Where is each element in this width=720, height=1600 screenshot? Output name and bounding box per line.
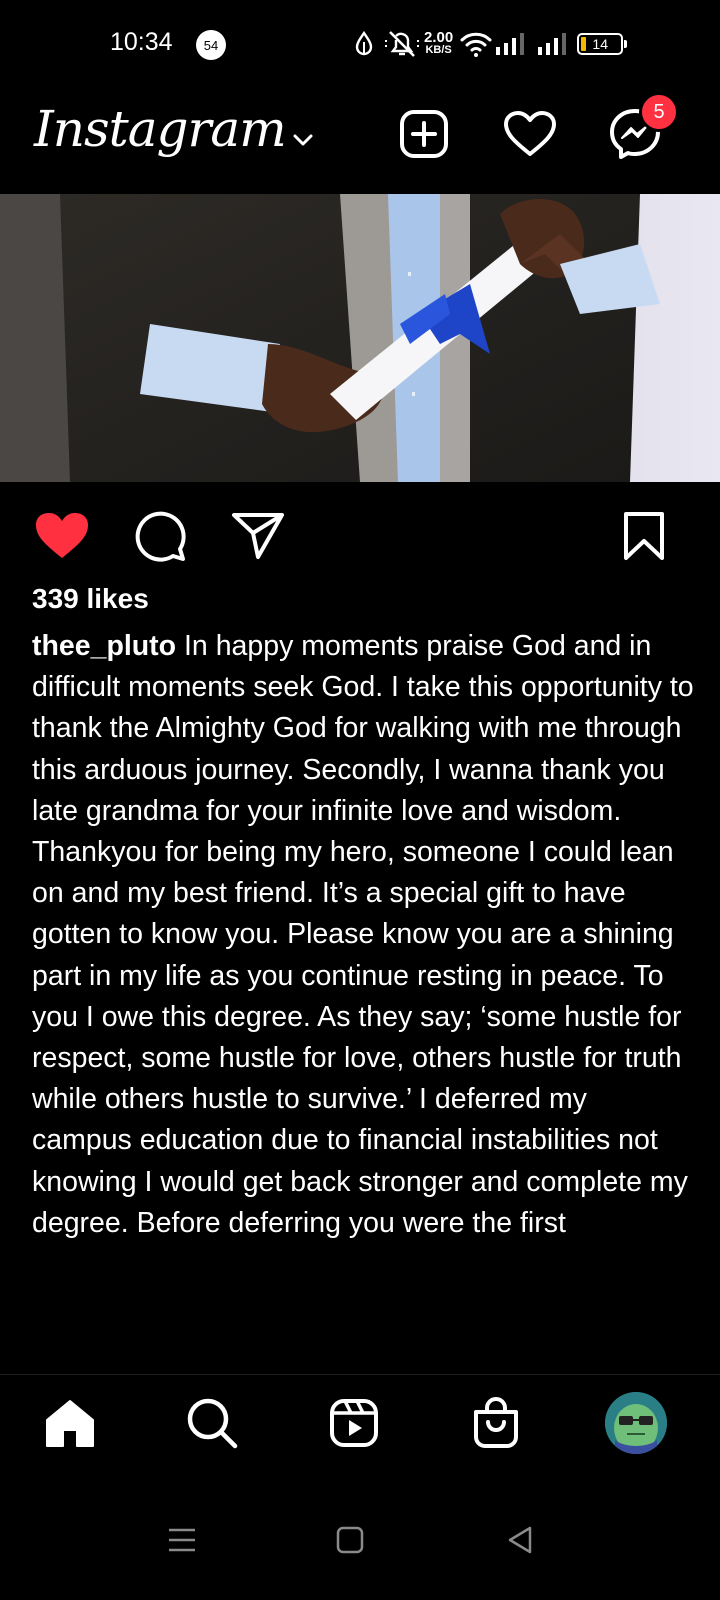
post-actions [0, 500, 720, 584]
post-caption: thee_pluto In happy moments praise God a… [32, 626, 694, 1370]
home-icon [46, 1400, 94, 1447]
app-header: Instagram 5 [0, 90, 720, 194]
caption-username[interactable]: thee_pluto [32, 630, 176, 662]
comment-button[interactable] [128, 504, 192, 568]
graduation-photo [0, 194, 720, 482]
back-icon [508, 1526, 532, 1554]
net-speed: 2.00 KB/S [424, 29, 454, 57]
nav-profile[interactable] [604, 1391, 668, 1455]
like-button[interactable] [30, 504, 94, 568]
dm-badge: 5 [639, 92, 679, 132]
chevron-down-icon[interactable] [292, 132, 314, 148]
instagram-logo[interactable]: Instagram [34, 100, 287, 158]
status-icons: 2.00 KB/S 14 [352, 26, 628, 62]
system-home-button[interactable] [320, 1510, 380, 1570]
share-icon [232, 513, 284, 559]
post-image[interactable] [0, 194, 720, 482]
activity-button[interactable] [500, 104, 560, 164]
like-icon [36, 513, 88, 558]
comment-icon [135, 511, 186, 562]
share-button[interactable] [226, 504, 290, 568]
heart-icon [504, 111, 556, 156]
nav-home[interactable] [38, 1391, 102, 1455]
reels-icon [330, 1399, 378, 1447]
add-post-icon [400, 110, 448, 158]
bottom-nav [0, 1374, 720, 1470]
net-speed-unit: KB/S [425, 44, 452, 56]
battery-icon: 14 [577, 33, 628, 55]
signal-icon-2 [538, 33, 567, 55]
add-post-button[interactable] [394, 104, 454, 164]
net-speed-value: 2.00 [424, 29, 454, 46]
status-time: 10:34 [110, 28, 173, 56]
battery-level: 14 [592, 36, 608, 52]
home-square-icon [336, 1526, 364, 1554]
system-back-button[interactable] [490, 1510, 550, 1570]
wifi-icon [460, 32, 492, 57]
signal-icon [496, 33, 525, 55]
status-bar: 10:34 54 2.00 KB/S 14 [0, 0, 720, 90]
shop-icon [474, 1397, 518, 1448]
caption-text: In happy moments praise God and in diffi… [32, 630, 694, 1239]
save-button[interactable] [612, 504, 676, 568]
likes-count[interactable]: 339 likes [32, 583, 149, 615]
nav-search[interactable] [180, 1391, 244, 1455]
profile-avatar [605, 1392, 667, 1454]
data-saver-icon [355, 30, 373, 56]
system-nav-bar [0, 1480, 720, 1600]
menu-icon [169, 1528, 195, 1552]
mute-icon [385, 31, 419, 57]
search-icon [187, 1398, 238, 1449]
bookmark-icon [624, 512, 664, 560]
messenger-button[interactable]: 5 [605, 92, 679, 164]
notification-badge: 54 [196, 30, 226, 60]
nav-reels[interactable] [322, 1391, 386, 1455]
system-menu-button[interactable] [152, 1510, 212, 1570]
nav-shop[interactable] [464, 1391, 528, 1455]
